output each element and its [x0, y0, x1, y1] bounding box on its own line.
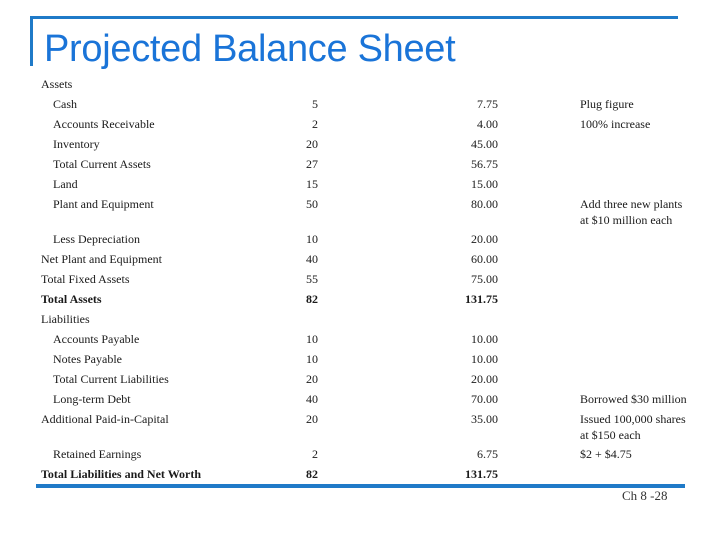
table-row: Retained Earnings 2 6.75 $2 + $4.75: [0, 446, 720, 466]
current-value: 20: [306, 372, 318, 386]
current-value: 40: [306, 392, 318, 406]
note-line: Issued 100,000 shares: [580, 412, 686, 426]
current-value: 20: [306, 412, 318, 426]
row-label: Land: [53, 177, 78, 191]
row-note: $2 + $4.75: [580, 446, 632, 462]
table-row: Additional Paid-in-Capital 20 35.00 Issued …: [0, 411, 720, 442]
table-row: Net Plant and Equipment 40 60.00: [0, 251, 720, 271]
row-label: Additional Paid-in-Capital: [41, 412, 169, 426]
note-line: $2 + $4.75: [580, 447, 632, 461]
table-row: Long-term Debt 40 70.00 Borrowed $30 millio…: [0, 391, 720, 411]
table-row: Notes Payable 10 10.00: [0, 351, 720, 371]
current-value: 10: [306, 232, 318, 246]
table-row: Liabilities: [0, 311, 720, 331]
row-label: Cash: [53, 97, 77, 111]
current-value: 82: [306, 292, 318, 306]
current-value: 55: [306, 272, 318, 286]
note-line: at $10 million each: [580, 213, 673, 227]
projected-value: 20.00: [471, 232, 498, 246]
table-row: Land 15 15.00: [0, 176, 720, 196]
row-label: Total Assets: [41, 292, 102, 306]
row-note: Add three new plants at $10 million each: [580, 196, 682, 228]
projected-value: 10.00: [471, 332, 498, 346]
row-label: Liabilities: [41, 312, 90, 326]
row-label: Inventory: [53, 137, 100, 151]
bottom-rule: [36, 484, 685, 488]
projected-value: 131.75: [465, 292, 498, 306]
row-label: Retained Earnings: [53, 447, 142, 461]
projected-value: 70.00: [471, 392, 498, 406]
current-value: 5: [312, 97, 318, 111]
row-label: Total Current Assets: [53, 157, 151, 171]
current-value: 10: [306, 352, 318, 366]
projected-value: 10.00: [471, 352, 498, 366]
current-value: 2: [312, 447, 318, 461]
row-label: Accounts Payable: [53, 332, 140, 346]
row-note: 100% increase: [580, 116, 650, 132]
page-title: Projected Balance Sheet: [44, 28, 456, 70]
projected-value: 75.00: [471, 272, 498, 286]
row-note: Issued 100,000 shares at $150 each: [580, 411, 686, 443]
projected-value: 131.75: [465, 467, 498, 481]
note-line: Add three new plants: [580, 197, 683, 211]
table-row: Inventory 20 45.00: [0, 136, 720, 156]
projected-value: 20.00: [471, 372, 498, 386]
table-row: Plant and Equipment 50 80.00 Add three new …: [0, 196, 720, 227]
note-line: Borrowed $30 million: [580, 392, 687, 406]
row-label: Net Plant and Equipment: [41, 252, 162, 266]
projected-value: 80.00: [471, 197, 498, 211]
projected-value: 7.75: [477, 97, 498, 111]
current-value: 20: [306, 137, 318, 151]
slide-number: Ch 8 -28: [622, 488, 668, 503]
current-value: 50: [306, 197, 318, 211]
table-row: Accounts Payable 10 10.00: [0, 331, 720, 351]
row-label: Total Liabilities and Net Worth: [41, 467, 202, 481]
row-label: Long-term Debt: [53, 392, 131, 406]
row-note: Borrowed $30 million: [580, 391, 687, 407]
projected-value: 15.00: [471, 177, 498, 191]
projected-value: 60.00: [471, 252, 498, 266]
projected-value: 4.00: [477, 117, 498, 131]
projected-value: 56.75: [471, 157, 498, 171]
row-label: Total Fixed Assets: [41, 272, 130, 286]
current-value: 27: [306, 157, 318, 171]
current-value: 10: [306, 332, 318, 346]
current-value: 40: [306, 252, 318, 266]
current-value: 15: [306, 177, 318, 191]
row-label: Notes Payable: [53, 352, 122, 366]
row-label: Accounts Receivable: [53, 117, 155, 131]
projected-value: 6.75: [477, 447, 498, 461]
table-row: Total Fixed Assets 55 75.00: [0, 271, 720, 291]
table-row: Total Liabilities and Net Worth 82 131.75: [0, 466, 720, 486]
note-line: at $150 each: [580, 428, 641, 442]
row-label: Total Current Liabilities: [53, 372, 169, 386]
row-label: Less Depreciation: [53, 232, 140, 246]
table-row: Cash 5 7.75 Plug figure: [0, 96, 720, 116]
table-row: Assets: [0, 76, 720, 96]
top-rule: [30, 16, 678, 19]
table-row: Total Current Assets 27 56.75: [0, 156, 720, 176]
current-value: 82: [306, 467, 318, 481]
table-row: Total Assets 82 131.75: [0, 291, 720, 311]
projected-value: 45.00: [471, 137, 498, 151]
projected-value: 35.00: [471, 412, 498, 426]
row-note: Plug figure: [580, 96, 634, 112]
table-row: Less Depreciation 10 20.00: [0, 231, 720, 251]
note-line: 100% increase: [580, 117, 651, 131]
row-label: Assets: [41, 77, 73, 91]
table-row: Accounts Receivable 2 4.00 100% increase: [0, 116, 720, 136]
table-row: Total Current Liabilities 20 20.00: [0, 371, 720, 391]
note-line: Plug figure: [580, 97, 634, 111]
left-rule: [30, 16, 33, 66]
current-value: 2: [312, 117, 318, 131]
row-label: Plant and Equipment: [53, 197, 154, 211]
